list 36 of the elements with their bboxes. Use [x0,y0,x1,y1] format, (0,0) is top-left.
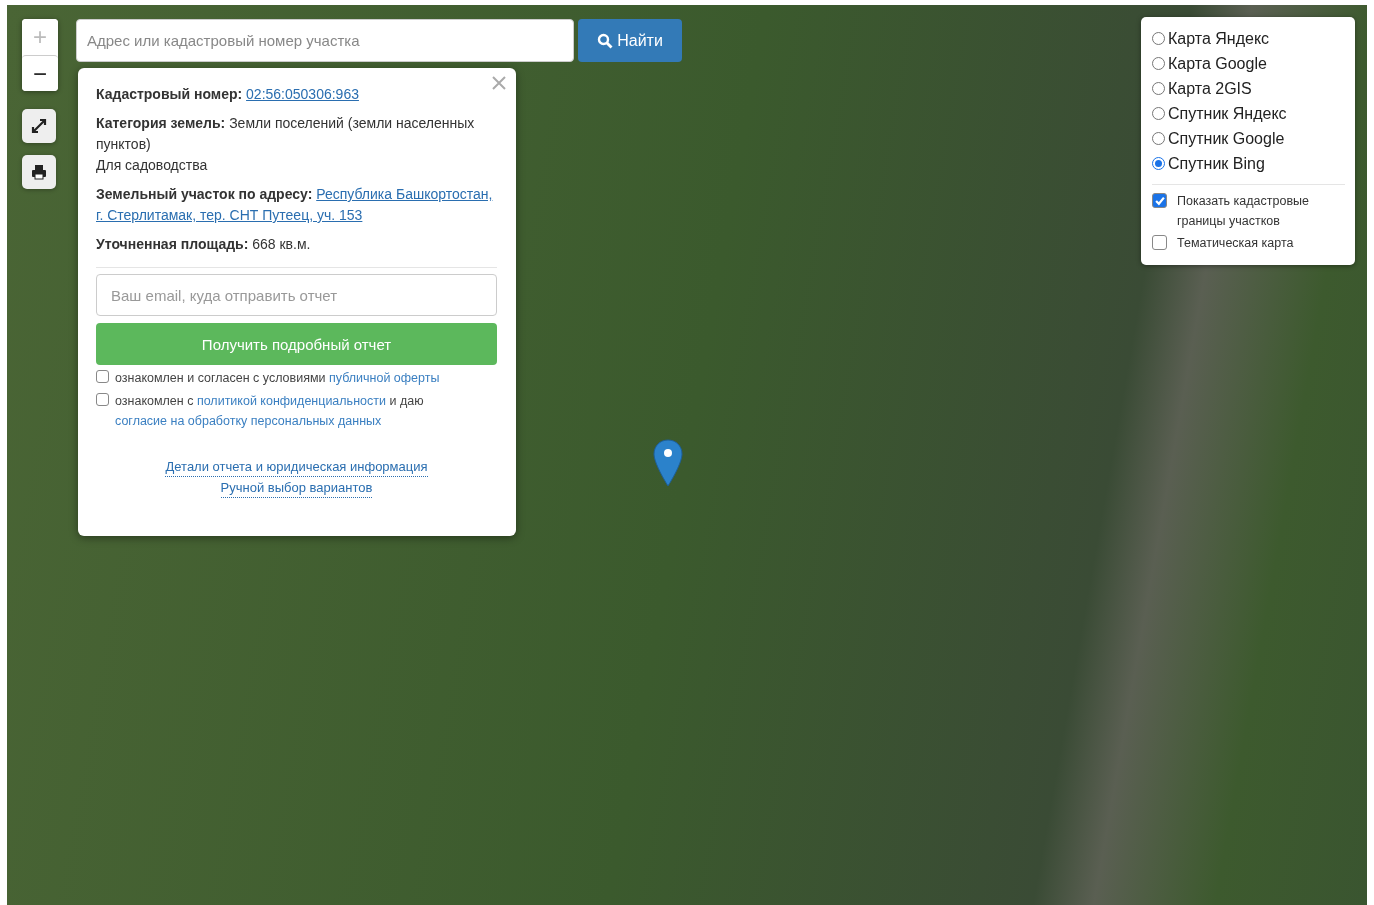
map-layer-label: Спутник Bing [1168,154,1265,173]
map-layer-label: Спутник Яндекс [1168,104,1287,123]
zoom-out-button[interactable]: − [22,55,58,91]
area-text: Уточненная площадь: 668 кв.м. [96,235,312,254]
agreement-link[interactable]: политикой конфиденциальности [196,394,386,408]
agreement-text: ознакомлен и согласен с условиями публичной оферты [115,370,440,387]
printer-icon [30,163,48,181]
map-pin-icon[interactable] [652,439,684,487]
fullscreen-button[interactable] [22,109,56,143]
agreement-text: ознакомлен с политикой конфиденциальности и даю согласие на обработку персональных данных [115,393,425,430]
overlay-checkbox[interactable] [1152,193,1167,208]
category-text: Категория земель: Земли поселений (земли населенных пунктов) [96,114,476,154]
info-link[interactable]: Детали отчета и юридическая информация [165,457,428,477]
expand-arrows-icon [30,117,48,135]
email-field[interactable]: Ваш email, куда отправить отчет [96,274,497,316]
info-link[interactable]: Ручной выбор вариантов [220,478,373,498]
agreement-checkbox[interactable] [96,393,109,406]
search-field[interactable]: Адрес или кадастровый номер участка [76,19,574,62]
find-button[interactable]: Найти [578,19,682,62]
overlay-checkbox[interactable] [1152,235,1167,250]
overlay-label: Показать кадастровые границы участков [1177,193,1310,230]
cadastral-label: Кадастровый номер: [96,86,243,102]
map-layer-label: Карта Яндекс [1168,29,1270,48]
cadastral-number-link[interactable]: 02:56:050306:963 [246,86,359,102]
agreement-checkbox[interactable] [96,370,109,383]
map-layer-label: Карта 2GIS [1168,79,1252,98]
overlay-label: Тематическая карта [1177,235,1294,252]
agreement-link[interactable]: согласие на обработку персональных данных [115,414,382,428]
print-button[interactable] [22,155,56,189]
usage-text: Для садоводства [96,156,209,175]
map-layer-label: Карта Google [1168,54,1267,73]
address-text: Земельный участок по адресу: Республика Башкортостан, г. Стерлитамак, тер. СНТ Путеец, уч. 153 [96,185,494,225]
get-report-button[interactable]: Получить подробный отчет [96,323,497,365]
search-icon [597,32,614,49]
agreement-link[interactable]: публичной оферты [329,371,440,385]
map-layer-label: Спутник Google [1168,129,1285,148]
